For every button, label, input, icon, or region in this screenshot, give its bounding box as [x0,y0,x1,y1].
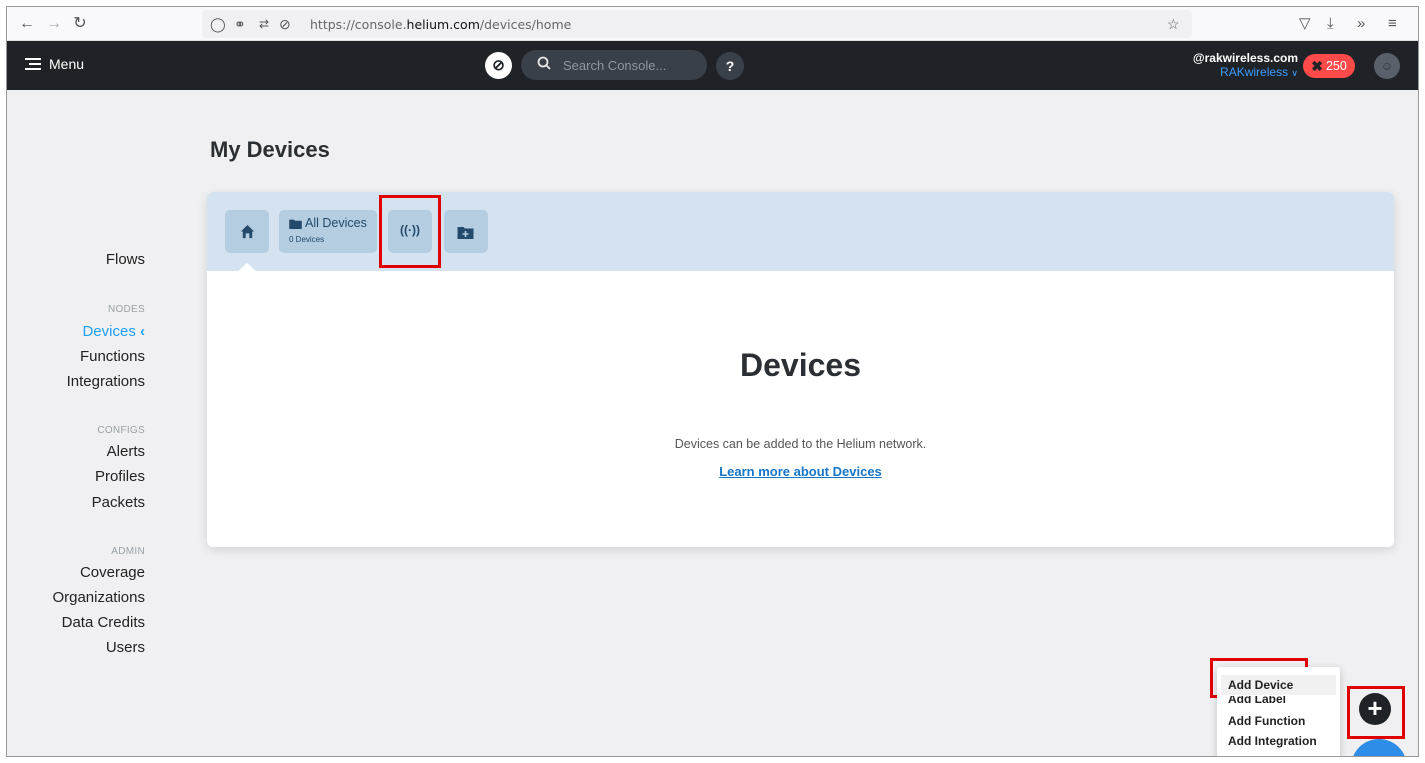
sidebar-item-users[interactable]: Users [106,639,145,656]
bookmark-star-icon[interactable]: ☆ [1167,14,1180,34]
tab-all-devices[interactable]: All Devices 0 Devices [279,210,377,253]
sidebar-heading-admin: ADMIN [111,546,145,557]
sidebar-item-organizations[interactable]: Organizations [52,589,145,606]
chevron-down-icon: ∨ [1291,68,1298,78]
shield-icon[interactable]: ◯ [210,14,226,34]
page-title: My Devices [210,137,330,162]
tab-home[interactable] [225,210,269,253]
help-button[interactable]: ? [716,52,744,80]
menu-item-add-integration[interactable]: Add Integration [1228,734,1317,748]
account-email: @rakwireless.com [1192,51,1298,65]
helium-logo-icon[interactable]: ⊘ [485,52,512,79]
reload-icon[interactable]: ↻ [70,14,90,34]
folder-icon [289,219,302,229]
sidebar-item-packets[interactable]: Packets [92,494,145,511]
chevron-left-icon: ‹ [140,323,145,340]
hamburger-icon [25,58,41,70]
tab-add-label[interactable] [444,210,488,253]
search-input[interactable]: Search Console... [521,50,707,80]
tracking-off-icon[interactable]: ⊘ [279,14,291,34]
sidebar-heading-configs: CONFIGS [97,425,145,436]
screenshot-frame: ← → ↻ ◯ ⚭ ⇄ ⊘ https://console.helium.com… [6,6,1419,757]
active-tab-caret [237,263,257,272]
permissions-icon[interactable]: ⇄ [259,14,269,34]
sidebar-item-flows[interactable]: Flows [106,251,145,268]
organization-name: RAKwireless ∨ [1220,65,1298,79]
data-credits-badge[interactable]: ✖ 250 [1303,54,1355,78]
sidebar-item-alerts[interactable]: Alerts [107,443,145,460]
all-devices-count: 0 Devices [289,235,325,244]
sidebar-item-coverage[interactable]: Coverage [80,564,145,581]
learn-more-link[interactable]: Learn more about Devices [207,464,1394,479]
app-menu-icon[interactable]: ≡ [1388,14,1397,34]
search-icon [537,56,551,70]
overflow-chevron-icon[interactable]: » [1357,14,1365,34]
browser-toolbar: ← → ↻ ◯ ⚭ ⇄ ⊘ https://console.helium.com… [7,7,1418,41]
home-icon [240,224,255,239]
menu-item-add-label[interactable]: Add Label [1228,696,1286,706]
download-icon[interactable]: ⤓ [1327,14,1334,34]
forward-arrow-icon[interactable]: → [44,14,64,34]
sidebar-item-profiles[interactable]: Profiles [95,468,145,485]
chat-launcher-button[interactable] [1351,739,1407,756]
folder-plus-icon [457,227,474,239]
sidebar-item-devices[interactable]: Devices ‹ [82,323,145,340]
console-header: Menu ⊘ Search Console... ? @rakwireless.… [7,41,1418,90]
add-fab-button[interactable]: + [1359,693,1391,725]
menu-button[interactable]: Menu [25,56,84,72]
highlight-box-signal-tab [379,195,441,268]
lock-icon[interactable]: ⚭ [234,14,246,34]
sidebar-item-integrations[interactable]: Integrations [67,373,145,390]
add-menu-popup: Add Device Add Label Add Function Add In… [1217,667,1340,756]
helium-x-icon: ✖ [1311,57,1323,74]
sidebar-heading-nodes: NODES [107,304,145,315]
sidebar-item-functions[interactable]: Functions [80,348,145,365]
menu-item-add-device[interactable]: Add Device [1228,678,1293,692]
devices-heading: Devices [740,347,861,383]
data-credits-value: 250 [1325,59,1347,73]
sidebar: Flows NODES Devices ‹ Functions Integrat… [7,90,152,756]
devices-description: Devices can be added to the Helium netwo… [674,437,927,451]
url-text[interactable]: https://console.helium.com/devices/home [310,17,571,32]
search-placeholder: Search Console... [563,58,667,73]
avatar[interactable]: ☺ [1374,53,1400,79]
account-switcher[interactable]: @rakwireless.com RAKwireless ∨ [1193,51,1298,80]
all-devices-label: All Devices [305,216,367,230]
sidebar-item-data-credits[interactable]: Data Credits [62,614,145,631]
menu-item-add-function[interactable]: Add Function [1228,714,1305,728]
back-arrow-icon[interactable]: ← [17,14,37,34]
address-bar[interactable]: ◯ ⚭ ⇄ ⊘ https://console.helium.com/devic… [202,10,1192,38]
pocket-icon[interactable]: ▽ [1299,14,1311,34]
menu-label: Menu [49,56,85,72]
